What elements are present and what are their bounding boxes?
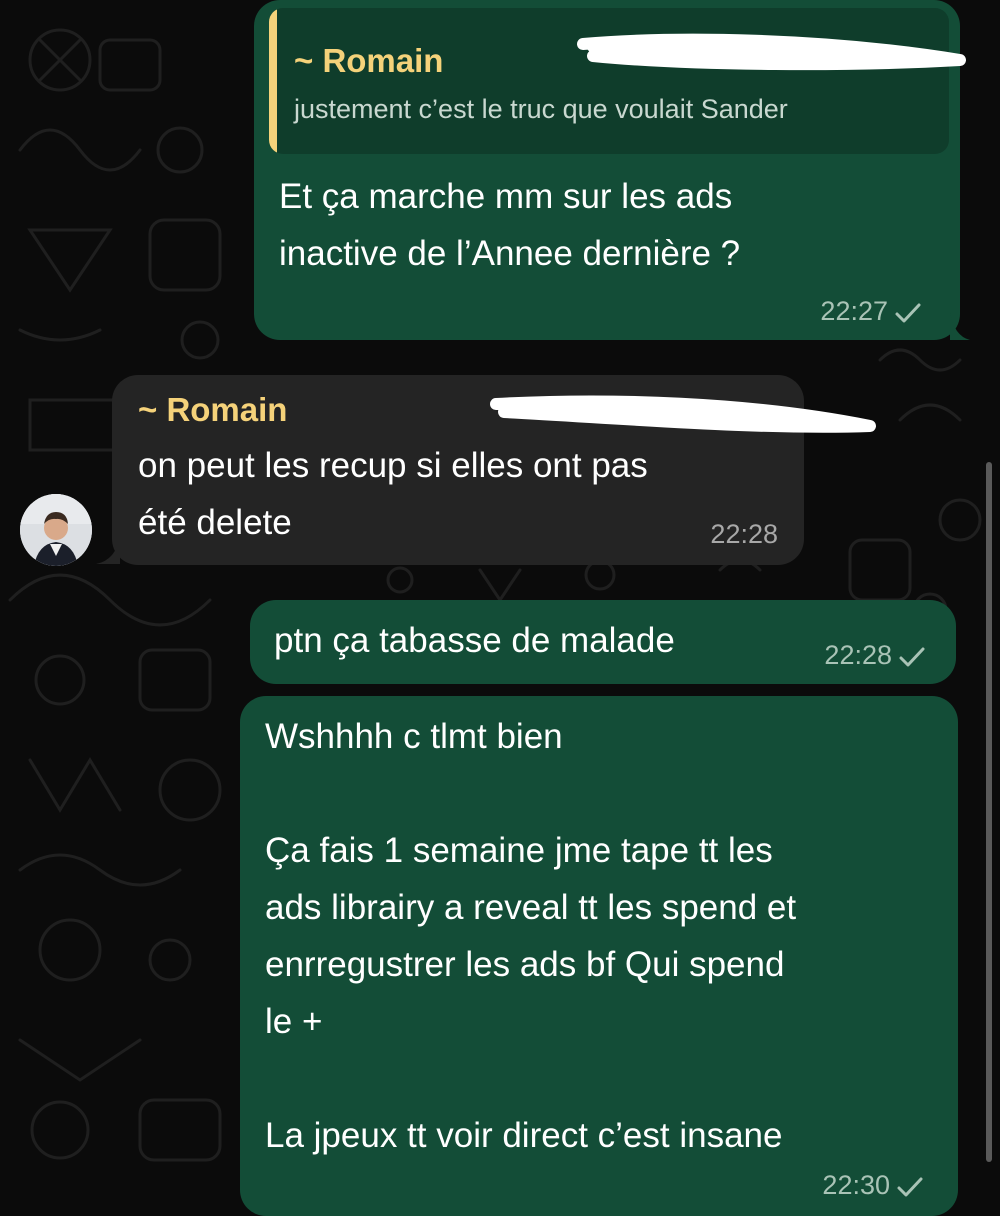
message-text: ptn ça tabasse de malade: [274, 621, 675, 660]
redaction-scribble: [577, 33, 966, 71]
outgoing-message-bubble[interactable]: Wshhhh c tlmt bien Ça fais 1 semaine jme…: [240, 696, 958, 1216]
scrollbar[interactable]: [986, 462, 992, 1162]
sender-name: ~ Romain: [138, 391, 288, 428]
contact-avatar[interactable]: [20, 494, 92, 566]
message-text: Et ça marche mm sur les ads inactive de …: [279, 177, 741, 273]
quote-sender-name: ~ Romain: [294, 42, 444, 79]
bubble-tail: [950, 312, 970, 340]
timestamp-text: 22:30: [822, 1170, 890, 1200]
message-timestamp: 22:30: [822, 1170, 924, 1201]
redaction-scribble: [490, 395, 876, 433]
message-text: Wshhhh c tlmt bien Ça fais 1 semaine jme…: [265, 717, 797, 1155]
message-timestamp: 22:27: [820, 296, 922, 327]
timestamp-text: 22:28: [824, 640, 892, 670]
timestamp-text: 22:27: [820, 296, 888, 326]
outgoing-message-bubble[interactable]: ptn ça tabasse de malade 22:28: [250, 600, 956, 684]
sent-check-icon: [899, 647, 925, 667]
message-text: on peut les recup si elles ont pas été d…: [138, 446, 648, 542]
quote-text: justement c’est le truc que voulait Sand…: [294, 94, 788, 124]
sent-check-icon: [897, 1177, 923, 1197]
quote-accent-bar: [269, 8, 277, 154]
sent-check-icon: [895, 303, 921, 323]
message-timestamp: 22:28: [710, 519, 778, 549]
person-avatar-icon: [20, 494, 92, 566]
bubble-tail: [96, 536, 120, 564]
message-timestamp: 22:28: [824, 640, 926, 671]
